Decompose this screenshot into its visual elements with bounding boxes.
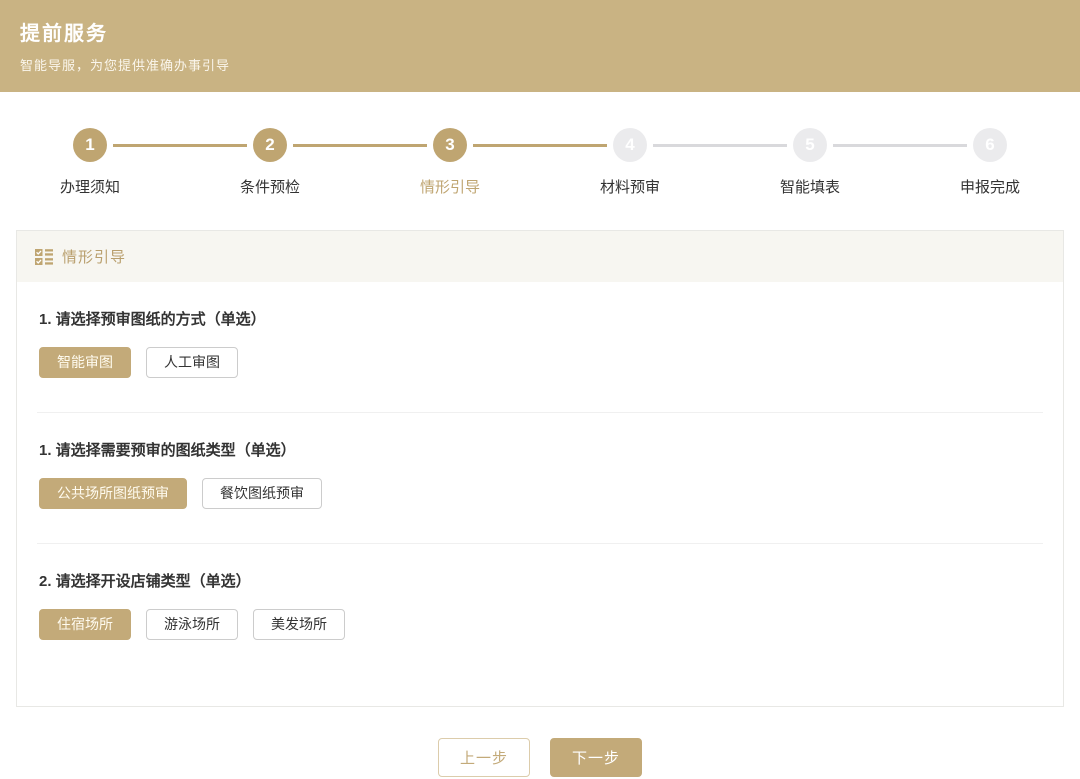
step-2-label: 条件预检 [180, 176, 360, 197]
option-chip-public-place-drawing[interactable]: 公共场所图纸预审 [39, 478, 187, 509]
progress-stepper: 1 办理须知 2 条件预检 3 情形引导 4 材料预审 5 智能填表 6 申报完… [0, 128, 1080, 197]
option-chip-hairdressing-place[interactable]: 美发场所 [253, 609, 345, 640]
questions-area: 1. 请选择预审图纸的方式（单选） 智能审图 人工审图 1. 请选择需要预审的图… [17, 282, 1063, 706]
step-4-label: 材料预审 [540, 176, 720, 197]
step-3-scenario-guide: 3 情形引导 [360, 128, 540, 197]
step-3-label: 情形引导 [360, 176, 540, 197]
question-shop-type: 2. 请选择开设店铺类型（单选） 住宿场所 游泳场所 美发场所 [37, 544, 1043, 706]
step-6-label: 申报完成 [900, 176, 1080, 197]
option-chip-swimming-place[interactable]: 游泳场所 [146, 609, 238, 640]
step-5-label: 智能填表 [720, 176, 900, 197]
prev-step-button[interactable]: 上一步 [438, 738, 530, 777]
step-4-material-review: 4 材料预审 [540, 128, 720, 197]
options-row: 公共场所图纸预审 餐饮图纸预审 [39, 478, 1041, 509]
options-row: 智能审图 人工审图 [39, 347, 1041, 378]
options-row: 住宿场所 游泳场所 美发场所 [39, 609, 1041, 640]
question-label: 1. 请选择需要预审的图纸类型（单选） [39, 439, 1041, 460]
step-1-circle: 1 [73, 128, 107, 162]
step-6-circle: 6 [973, 128, 1007, 162]
wizard-nav: 上一步 下一步 [0, 738, 1080, 777]
section-title: 情形引导 [62, 246, 126, 267]
option-chip-lodging-place[interactable]: 住宿场所 [39, 609, 131, 640]
step-2-circle: 2 [253, 128, 287, 162]
question-label: 1. 请选择预审图纸的方式（单选） [39, 308, 1041, 329]
option-chip-manual-review[interactable]: 人工审图 [146, 347, 238, 378]
checklist-icon [35, 248, 53, 266]
page-title: 提前服务 [20, 17, 1060, 46]
step-3-circle: 3 [433, 128, 467, 162]
step-4-circle: 4 [613, 128, 647, 162]
page-header: 提前服务 智能导服，为您提供准确办事引导 [0, 0, 1080, 92]
scenario-guide-panel: 情形引导 1. 请选择预审图纸的方式（单选） 智能审图 人工审图 1. 请选择需… [16, 230, 1064, 707]
step-6-declare-done: 6 申报完成 [900, 128, 1080, 197]
question-label: 2. 请选择开设店铺类型（单选） [39, 570, 1041, 591]
page-subtitle: 智能导服，为您提供准确办事引导 [20, 55, 1060, 74]
section-header: 情形引导 [17, 231, 1063, 282]
step-2-precheck: 2 条件预检 [180, 128, 360, 197]
next-step-button[interactable]: 下一步 [550, 738, 642, 777]
question-review-method: 1. 请选择预审图纸的方式（单选） 智能审图 人工审图 [37, 282, 1043, 413]
step-5-circle: 5 [793, 128, 827, 162]
question-drawing-type: 1. 请选择需要预审的图纸类型（单选） 公共场所图纸预审 餐饮图纸预审 [37, 413, 1043, 544]
step-1-notice: 1 办理须知 [0, 128, 180, 197]
step-5-smart-form: 5 智能填表 [720, 128, 900, 197]
step-1-label: 办理须知 [0, 176, 180, 197]
option-chip-catering-drawing[interactable]: 餐饮图纸预审 [202, 478, 322, 509]
option-chip-smart-review[interactable]: 智能审图 [39, 347, 131, 378]
